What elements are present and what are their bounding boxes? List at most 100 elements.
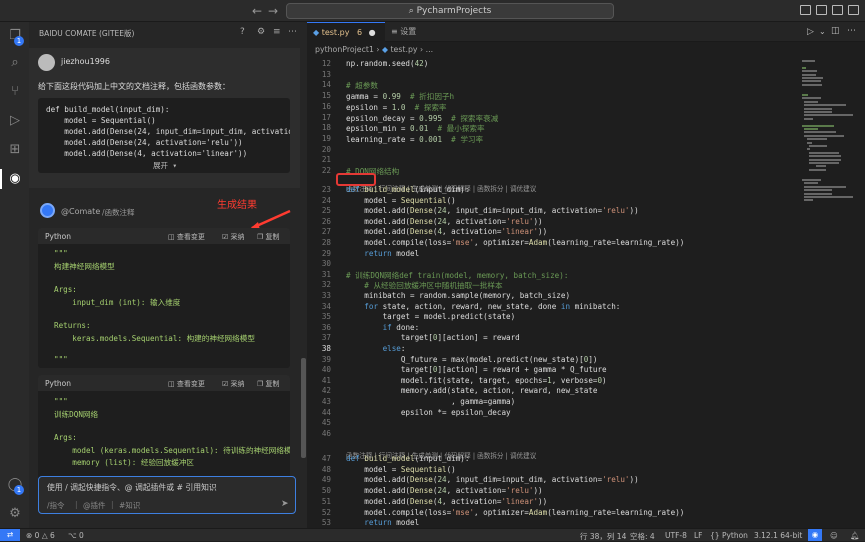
back-arrow-icon[interactable]: ← [252,4,262,18]
customize-layout-icon[interactable] [848,5,859,15]
view-changes-button[interactable]: ◫ 查看变更 [168,232,205,242]
tab-settings[interactable]: ≡ 设置 [385,22,422,42]
line-ending[interactable]: LF [694,531,703,540]
code-line[interactable]: def build_model(input_dim): [346,185,469,194]
breadcrumb-file[interactable]: test.py [391,45,418,54]
more-actions-icon[interactable]: ⋯ [847,26,856,36]
code-line[interactable]: gamma = 0.99 # 折扣因子h [346,91,454,102]
ports-indicator[interactable]: ⌥ 0 [68,531,84,540]
help-icon[interactable]: ? [240,27,245,37]
breadcrumb-symbol[interactable]: ... [426,45,433,54]
extensions-icon[interactable]: ⊞ [7,142,23,158]
toggle-secondary-sidebar-icon[interactable] [832,5,843,15]
tab-test-py[interactable]: ◆ test.py 6 ● [307,22,385,42]
code-line[interactable]: np.random.seed(42) [346,59,428,68]
problems-indicator[interactable]: ⊗ 0 △ 6 [26,531,55,540]
code-line[interactable]: for state, action, reward, new_state, do… [346,302,620,311]
line-number: 13 [321,69,331,79]
python-interpreter[interactable]: 3.12.1 64-bit [754,531,802,540]
account-badge: 1 [14,485,24,495]
list-icon[interactable]: ≡ [273,27,281,37]
toggle-sidebar-icon[interactable] [800,5,811,15]
remote-icon[interactable]: ⇄ [0,529,20,541]
code-line[interactable]: epsilon *= epsilon_decay [346,408,511,417]
accept-button[interactable]: ☑ 采纳 [222,379,245,389]
code-line[interactable]: return model [346,249,419,258]
line-number: 26 [321,216,331,226]
indentation[interactable]: 空格: 4 [630,531,655,542]
plugin-shortcut[interactable]: @插件 [83,500,106,511]
code-line[interactable]: model = Sequential() [346,465,455,474]
code-line[interactable]: def build_model(input_dim): [346,454,469,463]
code-line[interactable]: model.add(Dense(4, activation='linear')) [346,497,547,506]
run-icon[interactable]: ▷ [807,27,814,37]
code-line[interactable]: epsilon_min = 0.01 # 最小探索率 [346,123,485,134]
run-dropdown-icon[interactable]: ⌄ [819,27,826,36]
copy-label: 复制 [265,233,280,241]
send-icon[interactable]: ➤ [281,499,289,509]
view-changes-button[interactable]: ◫ 查看变更 [168,379,205,389]
code-line[interactable]: epsilon = 1.0 # 探索率 [346,102,447,113]
command-center-search[interactable]: ⌕ PycharmProjects [286,3,614,19]
settings-gear-icon[interactable]: ⚙ [7,506,23,522]
code-line[interactable]: target = model.predict(state) [346,312,516,321]
code-line[interactable]: Q_future = max(model.predict(new_state)[… [346,355,598,364]
line-number: 44 [321,407,331,417]
split-editor-icon[interactable]: ◫ [831,26,840,36]
comate-status-icon[interactable]: ◉ [808,529,822,541]
activity-bar: ❐ 1 ⌕ ⑂ ▷ ⊞ ◉ ◯ 1 ⚙ [0,22,29,528]
code-line[interactable]: model.add(Dense(24, input_dim=input_dim,… [346,475,638,484]
line-number: 49 [321,475,331,485]
code-line[interactable]: model.fit(state, target, epochs=1, verbo… [346,376,607,385]
code-line: model = Sequential() [46,116,156,125]
copy-button[interactable]: ❐ 复制 [257,232,280,242]
language-mode[interactable]: {} Python [710,531,748,540]
unsaved-dot-icon[interactable]: ● [369,28,376,37]
code-line[interactable]: # 从经验回放缓冲区中随机抽取一批样本 [346,280,502,291]
more-icon[interactable]: ⋯ [288,27,297,37]
code-line[interactable]: learning_rate = 0.001 # 学习率 [346,134,483,145]
tab-label: test.py [321,28,350,37]
encoding[interactable]: UTF-8 [665,531,687,540]
code-line[interactable]: model.add(Dense(24, activation='relu')) [346,217,542,226]
code-line[interactable]: model.add(Dense(4, activation='linear')) [346,227,547,236]
code-line[interactable]: model.add(Dense(24, activation='relu')) [346,486,542,495]
command-shortcut[interactable]: /指令 [47,500,65,511]
code-line[interactable]: else: [346,344,406,353]
code-line[interactable]: model.add(Dense(24, input_dim=input_dim,… [346,206,638,215]
notifications-icon[interactable]: 🔔︎ [850,531,860,540]
copy-button[interactable]: ❐ 复制 [257,379,280,389]
accept-button[interactable]: ☑ 采纳 [222,232,245,242]
code-line[interactable]: model.compile(loss='mse', optimizer=Adam… [346,238,684,247]
source-control-icon[interactable]: ⑂ [7,84,23,100]
code-line[interactable]: memory.add(state, action, reward, new_st… [346,386,598,395]
copilot-icon[interactable]: ☺ [830,531,838,540]
code-line[interactable]: target[0][action] = reward + gamma * Q_f… [346,365,607,374]
run-debug-icon[interactable]: ▷ [7,113,23,129]
code-line[interactable]: model = Sequential() [346,196,455,205]
comate-icon[interactable]: ◉ [7,171,23,187]
knowledge-shortcut[interactable]: #知识 [119,500,140,511]
code-line[interactable]: , gamma=gamma) [346,397,515,406]
search-icon[interactable]: ⌕ [7,55,23,71]
code-line[interactable]: return model [346,518,419,527]
settings-icon[interactable]: ⚙ [257,27,265,37]
line-number: 30 [321,259,331,269]
sidebar-scrollbar[interactable] [300,22,307,528]
forward-arrow-icon[interactable]: → [268,4,278,18]
line-number: 15 [321,91,331,101]
code-line[interactable]: target[0][action] = reward [346,333,520,342]
code-line[interactable]: if done: [346,323,420,332]
chat-input[interactable]: 使用 / 调起快捷指令、@ 调起插件或 # 引用知识 /指令 | @插件 | #… [38,476,296,514]
scroll-thumb[interactable] [301,358,306,458]
cursor-position[interactable]: 行 38，列 14 [580,531,626,542]
toggle-panel-icon[interactable] [816,5,827,15]
expand-button[interactable]: 展开 ▾ [153,160,177,171]
code-line[interactable]: # 超参数 [346,80,378,91]
minimap[interactable] [802,56,862,528]
breadcrumb-project[interactable]: pythonProject1 [315,45,374,54]
code-line[interactable]: minibatch = random.sample(memory, batch_… [346,291,570,300]
code-line[interactable]: # 训练DQN网络def train(model, memory, batch_… [346,270,568,281]
code-line[interactable]: epsilon_decay = 0.995 # 探索率衰减 [346,113,498,124]
code-line[interactable]: model.compile(loss='mse', optimizer=Adam… [346,508,684,517]
